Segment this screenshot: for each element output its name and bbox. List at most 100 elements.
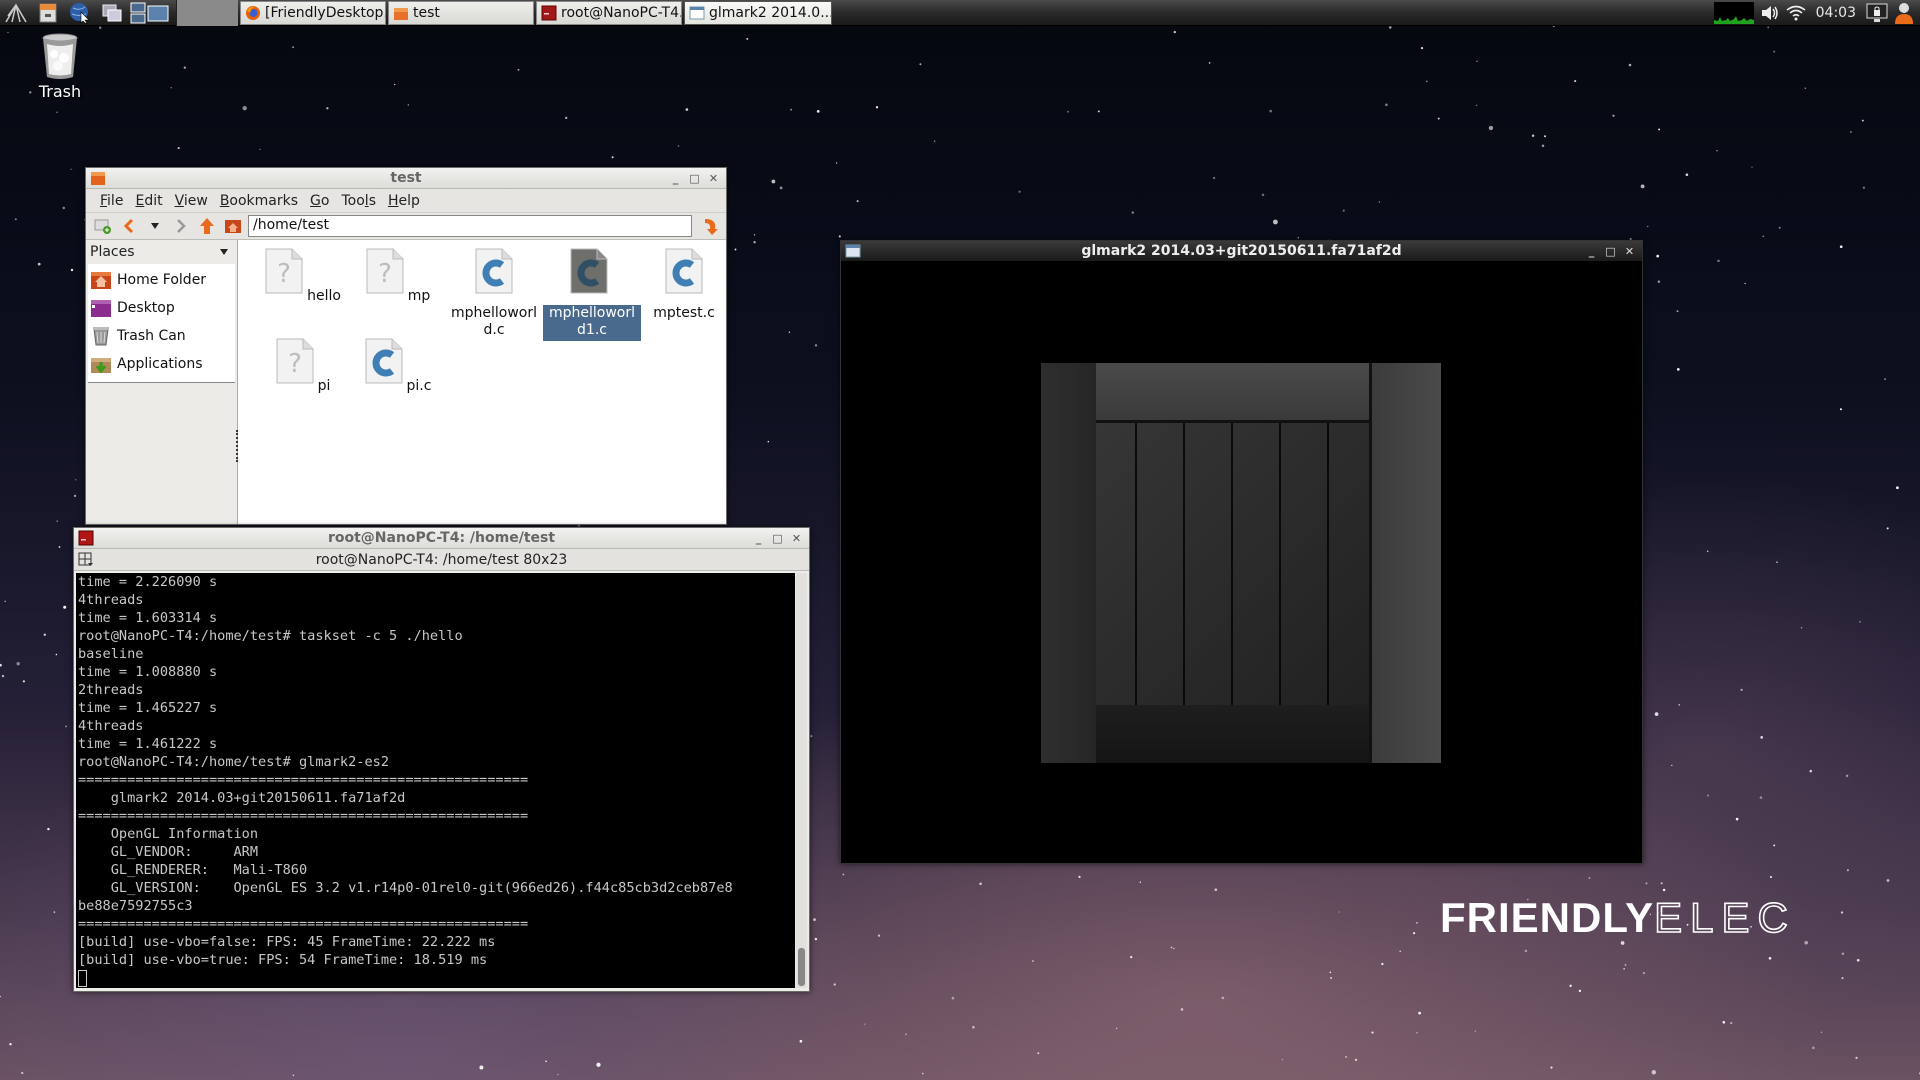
file-item[interactable]: ? hello [258,248,350,305]
maximize-button[interactable]: □ [688,172,701,185]
go-button[interactable] [700,215,722,237]
places-header[interactable]: Places [86,240,237,264]
sidebar-item-desktop[interactable]: Desktop [88,294,235,322]
terminal-output[interactable]: time = 2.226090 s 4threads time = 1.603314… [76,573,795,988]
maximize-button[interactable]: □ [771,532,784,545]
minimize-button[interactable]: _ [669,172,682,185]
clock[interactable]: 04:03 [1816,5,1856,21]
window-icon [845,244,861,258]
back-button[interactable] [118,215,140,237]
task-button-terminal[interactable]: root@NanoPC-T4... [536,0,682,25]
task-label: test [413,4,440,21]
terminal-line: be88e7592755c3 [78,898,193,914]
terminal-line: root@NanoPC-T4:/home/test# taskset -c 5 … [78,628,463,644]
sidebar-item-applications[interactable]: Applications [88,350,235,378]
location-input[interactable]: /home/test [248,215,692,237]
task-button-file-manager[interactable]: test [388,0,534,25]
task-button-glmark2[interactable]: glmark2 2014.0... [684,0,832,25]
sidebar-item-home-folder[interactable]: Home Folder [88,266,235,294]
terminal-cursor [78,970,87,987]
workspace-pager[interactable] [128,0,172,26]
file-name: pi.c [406,378,432,394]
crate-top-plank [1096,363,1369,423]
sidebar-item-trash-can[interactable]: Trash Can [88,322,235,350]
menu-edit[interactable]: Edit [129,193,168,209]
desktop-icon [91,300,111,317]
task-button-browser[interactable]: [FriendlyDesktop... [240,0,386,25]
launcher-file-manager[interactable] [32,0,64,26]
c-source-file-icon [665,248,703,294]
minimize-button[interactable]: _ [752,532,765,545]
chevron-down-icon [151,223,159,229]
menu-tools[interactable]: Tools [335,193,382,209]
terminal-window: root@NanoPC-T4: /home/test _ □ ✕ root@Na… [73,527,810,992]
sidebar-item-label: Desktop [117,300,175,316]
file-manager-titlebar[interactable]: test _ □ ✕ [86,168,726,189]
task-label: glmark2 2014.0... [709,4,832,21]
window-title: test [390,170,422,186]
forward-button[interactable] [170,215,192,237]
file-item[interactable]: mphelloworl d.c [448,248,540,339]
back-icon [123,218,134,234]
terminal-scrollbar[interactable] [796,573,807,988]
terminal-line: root@NanoPC-T4:/home/test# glmark2-es2 [78,754,389,770]
file-item[interactable]: ? mp [353,248,445,305]
volume-icon[interactable] [1760,4,1780,22]
up-button[interactable] [196,215,218,237]
glmark2-window: glmark2 2014.03+git20150611.fa71af2d _ □… [840,240,1643,864]
toolbar: /home/test [86,213,726,240]
menu-icon [5,3,27,22]
launcher-menu[interactable] [0,0,32,26]
file-item[interactable]: pi.c [353,338,445,395]
task-label: root@NanoPC-T4... [561,4,682,21]
maximize-button[interactable]: □ [1604,245,1617,258]
history-dropdown-button[interactable] [144,215,166,237]
file-item[interactable]: mphelloworl d1.c [543,248,642,341]
folder-icon [394,7,408,20]
terminal-line: GL_RENDERER: Mali-T860 [78,862,308,878]
file-name: hello [307,288,341,304]
close-button[interactable]: ✕ [1623,245,1636,258]
crate-left-plank [1041,363,1096,763]
file-item[interactable]: mptest.c [638,248,730,322]
terminal-line: 4threads [78,592,144,608]
user-icon[interactable] [1894,2,1914,24]
menu-file[interactable]: File [94,193,129,209]
glmark2-titlebar[interactable]: glmark2 2014.03+git20150611.fa71af2d _ □… [841,241,1642,262]
terminal-line: GL_VENDOR: ARM [78,844,259,860]
terminal-line: GL_VERSION: OpenGL ES 3.2 v1.r14p0-01rel… [78,880,733,896]
menu-help[interactable]: Help [382,193,426,209]
terminal-line: time = 1.461222 s [78,736,218,752]
desktop-icon-trash[interactable]: Trash [30,32,90,101]
file-name: mp [407,288,431,304]
menu-view[interactable]: View [169,193,214,209]
terminal-line: 2threads [78,682,144,698]
menu-go[interactable]: Go [304,193,335,209]
cpu-monitor-icon[interactable] [1713,2,1754,24]
minimize-button[interactable]: _ [1585,245,1598,258]
wifi-icon[interactable] [1786,5,1806,21]
close-button[interactable]: ✕ [707,172,720,185]
lock-screen-icon[interactable] [1866,3,1888,23]
launcher-browser[interactable] [64,0,96,26]
terminal-line: baseline [78,646,144,662]
chevron-down-icon [220,249,228,255]
new-tab-button[interactable] [92,215,114,237]
system-tray: 04:03 [1713,0,1920,26]
terminal-line: OpenGL Information [78,826,259,842]
menu-bookmarks[interactable]: Bookmarks [214,193,304,209]
launcher-show-desktop[interactable] [96,0,128,26]
terminal-titlebar[interactable]: root@NanoPC-T4: /home/test _ □ ✕ [74,528,809,549]
terminal-line: glmark2 2014.03+git20150611.fa71af2d [78,790,406,806]
applications-icon [91,358,111,374]
places-sidebar: Places Home Folder Desktop Trash Can Applic… [86,240,238,524]
sidebar-item-label: Applications [117,356,203,372]
home-button[interactable] [222,215,244,237]
trash-icon [42,33,78,79]
svg-text:?: ? [277,259,291,289]
file-item[interactable]: ? pi [258,338,350,395]
svg-text:?: ? [378,259,392,289]
unknown-file-icon: ? [265,248,303,294]
scrollbar-thumb[interactable] [798,948,805,986]
close-button[interactable]: ✕ [790,532,803,545]
